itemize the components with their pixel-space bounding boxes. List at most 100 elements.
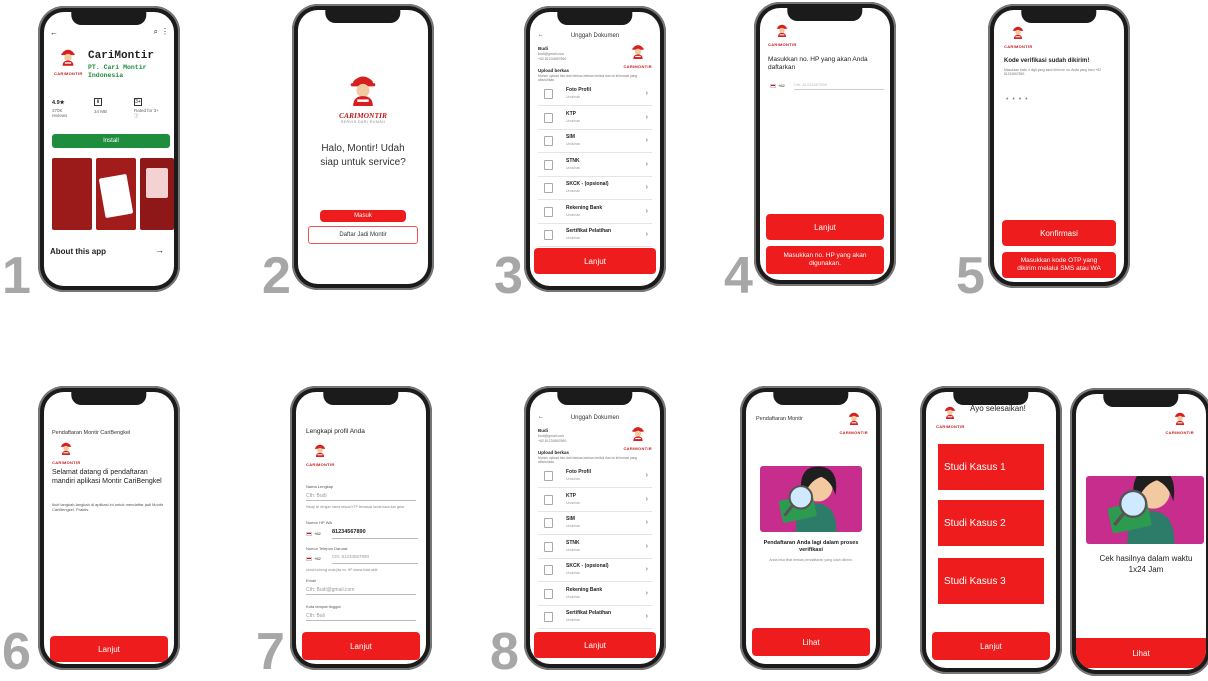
login-button[interactable]: Masuk bbox=[320, 210, 406, 222]
reviews: 370K reviews bbox=[52, 108, 68, 118]
arrow-right-icon[interactable]: → bbox=[155, 245, 164, 255]
document-row[interactable]: Rekening Bank Unduhan › bbox=[538, 202, 652, 224]
app-name: CariMontir bbox=[88, 50, 155, 62]
next-button[interactable]: Lanjut bbox=[50, 636, 168, 662]
status-title: Pendaftaran Anda lagi dalam proses verif… bbox=[763, 540, 859, 554]
screenshot-thumb-2[interactable] bbox=[96, 158, 136, 230]
register-button[interactable]: Daftar Jadi Montir bbox=[308, 226, 418, 244]
chevron-right-icon: › bbox=[645, 160, 648, 168]
case-study-1-button[interactable]: Studi Kasus 1 bbox=[938, 444, 1044, 490]
document-row[interactable]: SKCK - (opsional) Unduhan › bbox=[538, 178, 652, 200]
brand-logo: CARIMONTIR bbox=[936, 404, 965, 429]
city-input[interactable]: Cth: Bali bbox=[306, 611, 416, 621]
hint-banner: Masukkan kode OTP yang dikirim melalui S… bbox=[1002, 252, 1116, 278]
document-row[interactable]: SIM Unduhan › bbox=[538, 131, 652, 153]
phone-6-registration-welcome: Pendaftaran Montir CariBengkel CARIMONTI… bbox=[38, 386, 180, 670]
phone-input[interactable]: Cth: 81234567890 bbox=[794, 82, 884, 90]
document-row[interactable]: SKCK - (opsional) Unduhan › bbox=[538, 560, 652, 582]
rating: 4.9★ bbox=[52, 100, 65, 106]
next-button[interactable]: Lanjut bbox=[932, 632, 1050, 660]
step-number-7: 7 bbox=[256, 623, 285, 681]
document-status: Unduhan bbox=[566, 236, 581, 240]
user-email: budi@gmail.com bbox=[538, 52, 565, 56]
screenshot-thumb-3[interactable] bbox=[140, 158, 174, 230]
country-code: +62 bbox=[778, 83, 785, 88]
document-label: Foto Profil bbox=[566, 469, 591, 475]
welcome-desc: Ikuti langkah-langkah di aplikasi ini un… bbox=[52, 502, 164, 513]
next-button[interactable]: Lanjut bbox=[534, 248, 656, 274]
phone-11-check-results: CARIMONTIR Cek hasilnya dalam waktu 1x24… bbox=[1070, 388, 1208, 676]
verification-illustration bbox=[760, 466, 862, 532]
brand-logo: CARIMONTIR bbox=[623, 42, 652, 69]
document-row[interactable]: Sertifikat Pelatihan Unduhan › bbox=[538, 225, 652, 247]
phone-8-upload-documents: ← Unggah Dokumen Budi budi@gmail.com +62… bbox=[524, 386, 666, 670]
field-label-email: Email bbox=[306, 578, 317, 583]
document-label: SKCK - (opsional) bbox=[566, 181, 609, 187]
document-row[interactable]: Foto Profil Unduhan › bbox=[538, 84, 652, 106]
next-button[interactable]: Lanjut bbox=[534, 632, 656, 658]
document-row[interactable]: SIM Unduhan › bbox=[538, 513, 652, 535]
document-label: Rekening Bank bbox=[566, 204, 603, 211]
size: 34 MB bbox=[94, 109, 108, 114]
document-label: SIM bbox=[566, 134, 575, 140]
emergency-hint: Untuk hubungi anda jika no. HP utama tid… bbox=[306, 568, 379, 572]
chevron-right-icon: › bbox=[645, 137, 648, 144]
phone-4-phone-number: CARIMONTIR Masukkan no. HP yang akan And… bbox=[754, 2, 896, 286]
brand-logo: CARIMONTIR bbox=[1165, 410, 1194, 435]
document-row[interactable]: STNK Unduhan › bbox=[538, 537, 652, 559]
document-row[interactable]: KTP Unduhan › bbox=[538, 108, 652, 130]
greeting-text: Halo, Montir! Udah siap untuk service? bbox=[320, 143, 406, 168]
case-study-3-button[interactable]: Studi Kasus 3 bbox=[938, 558, 1044, 604]
user-name: Budi bbox=[538, 428, 548, 433]
view-button[interactable]: Lihat bbox=[1076, 638, 1206, 668]
document-label: STNK bbox=[566, 539, 580, 546]
phone-10-case-studies: CARIMONTIR Ayo selesaikan! Studi Kasus 1… bbox=[920, 386, 1062, 674]
otp-input[interactable]: • • • • bbox=[1006, 96, 1029, 103]
screen-header: Pendaftaran Montir bbox=[756, 416, 803, 422]
document-status: Unduhan bbox=[566, 547, 581, 552]
document-icon bbox=[544, 541, 553, 552]
chevron-right-icon: › bbox=[645, 207, 648, 215]
country-code: +62 bbox=[314, 531, 321, 536]
document-row[interactable]: Sertifikat Pelatihan Unduhan › bbox=[538, 607, 652, 629]
section-desc: Mohon upload foto dari berkas-berkas ber… bbox=[538, 74, 638, 83]
chevron-right-icon: › bbox=[645, 184, 648, 191]
email-input[interactable]: Cth: Budi@gmail.com bbox=[306, 585, 416, 595]
document-row[interactable]: Rekening Bank Unduhan › bbox=[538, 584, 652, 606]
back-arrow-icon[interactable]: ← bbox=[50, 28, 58, 37]
brand-logo: CARIMONTIR SERVIS DARI RUMAH bbox=[336, 70, 390, 124]
phone-2-welcome: CARIMONTIR SERVIS DARI RUMAH Halo, Monti… bbox=[292, 4, 434, 290]
case-study-2-button[interactable]: Studi Kasus 2 bbox=[938, 500, 1044, 546]
view-button[interactable]: Lihat bbox=[752, 628, 870, 656]
next-button[interactable]: Lanjut bbox=[766, 214, 884, 240]
phone-input[interactable]: 81234567890 bbox=[332, 529, 418, 539]
document-label: SKCK - (opsional) bbox=[566, 563, 609, 569]
confirm-button[interactable]: Konfirmasi bbox=[1002, 220, 1116, 246]
next-button[interactable]: Lanjut bbox=[302, 632, 420, 660]
document-status: Unduhan bbox=[566, 165, 581, 170]
search-icon[interactable]: ⌕ bbox=[154, 27, 158, 37]
step-number-1: 1 bbox=[2, 247, 31, 305]
document-label: Foto Profil bbox=[566, 87, 591, 93]
section-desc: Mohon upload foto dari berkas-berkas ber… bbox=[538, 456, 638, 465]
field-label-emergency: Nomor Telepon Darurat bbox=[306, 546, 348, 551]
about-app-link[interactable]: About this app bbox=[50, 247, 106, 256]
step-number-2: 2 bbox=[262, 247, 291, 305]
publisher[interactable]: PT. Cari Montir Indonesia bbox=[88, 64, 168, 80]
emergency-input[interactable]: Cth: 81234567890 bbox=[332, 554, 418, 564]
welcome-text: Selamat datang di pendaftaran mandiri ap… bbox=[52, 469, 162, 486]
document-row[interactable]: KTP Unduhan › bbox=[538, 490, 652, 512]
screen-header: Pendaftaran Montir CariBengkel bbox=[52, 430, 131, 436]
document-row[interactable]: STNK Unduhan › bbox=[538, 155, 652, 177]
document-icon bbox=[544, 183, 553, 193]
step-number-4: 4 bbox=[724, 247, 753, 305]
name-input[interactable]: Cth: Budi bbox=[306, 491, 416, 501]
install-button[interactable]: Install bbox=[52, 134, 170, 148]
chevron-right-icon: › bbox=[645, 566, 648, 573]
document-label: STNK bbox=[566, 157, 580, 164]
field-label-phone: Nomor HP WA bbox=[306, 520, 333, 525]
result-message: Cek hasilnya dalam waktu 1x24 Jam bbox=[1099, 554, 1193, 574]
more-icon[interactable]: ⋮ bbox=[161, 27, 169, 36]
document-row[interactable]: Foto Profil Unduhan › bbox=[538, 466, 652, 488]
screenshot-thumb-1[interactable] bbox=[52, 158, 92, 230]
